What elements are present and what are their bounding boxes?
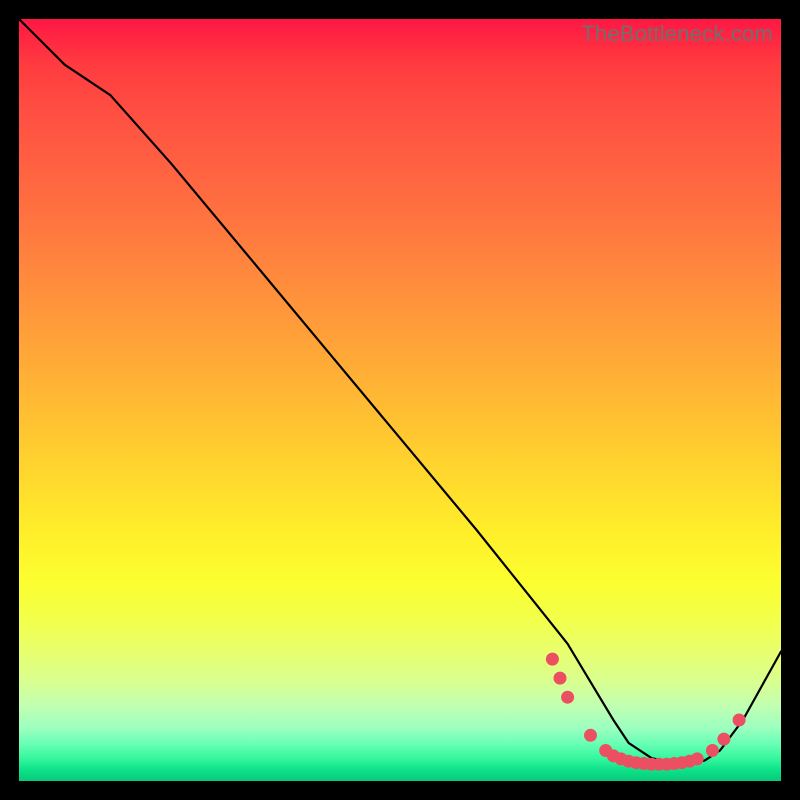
chart-svg	[19, 19, 781, 781]
data-point-marker	[561, 691, 574, 704]
data-point-marker	[554, 672, 567, 685]
curve-path	[19, 19, 781, 764]
data-point-marker	[546, 653, 559, 666]
data-point-marker	[584, 729, 597, 742]
data-point-marker	[717, 733, 730, 746]
data-point-marker	[691, 752, 704, 765]
data-point-marker	[733, 714, 746, 727]
chart-plot-area: TheBottleneck.com	[19, 19, 781, 781]
data-point-marker	[706, 744, 719, 757]
chart-frame: TheBottleneck.com	[0, 0, 800, 800]
